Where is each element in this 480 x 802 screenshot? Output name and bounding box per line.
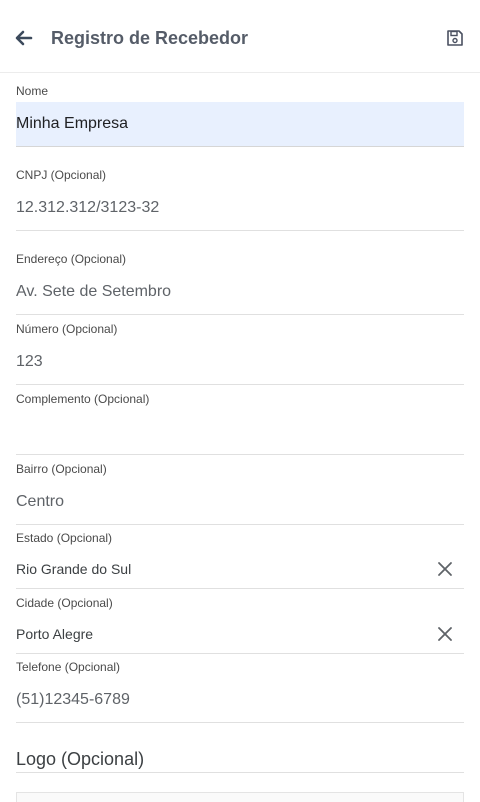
bairro-value: Centro: [16, 493, 65, 510]
field-telefone: Telefone (Opcional) (51)12345-6789: [16, 660, 464, 724]
nome-label: Nome: [16, 84, 49, 98]
floppy-disk-icon: [447, 30, 463, 46]
field-endereco: Endereço (Opcional) Av. Sete de Setembro: [16, 252, 464, 316]
app-header: Registro de Recebedor: [0, 0, 480, 73]
endereco-label: Endereço (Opcional): [16, 252, 127, 266]
cnpj-label: CNPJ (Opcional): [16, 168, 107, 182]
estado-clear-button[interactable]: [436, 560, 454, 578]
field-cidade: Cidade (Opcional) Porto Alegre: [16, 596, 464, 656]
close-icon: [438, 562, 452, 576]
numero-input[interactable]: 123: [16, 340, 464, 385]
numero-value: 123: [16, 353, 43, 370]
cnpj-value: 12.312.312/3123-32: [16, 199, 160, 216]
complemento-input[interactable]: [16, 410, 464, 455]
field-cnpj: CNPJ (Opcional) 12.312.312/3123-32: [16, 168, 464, 232]
endereco-value: Av. Sete de Setembro: [16, 283, 172, 300]
save-button[interactable]: [446, 29, 464, 47]
estado-label: Estado (Opcional): [16, 531, 113, 545]
cidade-clear-button[interactable]: [436, 625, 454, 643]
estado-value: Rio Grande do Sul: [16, 561, 132, 577]
close-icon: [438, 627, 452, 641]
page-title: Registro de Recebedor: [51, 28, 249, 48]
field-nome: Nome Minha Empresa: [16, 84, 464, 148]
cidade-label: Cidade (Opcional): [16, 596, 113, 610]
complemento-label: Complemento (Opcional): [16, 392, 150, 406]
cnpj-input[interactable]: 12.312.312/3123-32: [16, 186, 464, 231]
field-numero: Número (Opcional) 123: [16, 322, 464, 386]
field-bairro: Bairro (Opcional) Centro: [16, 462, 464, 526]
nome-input[interactable]: Minha Empresa: [16, 102, 464, 147]
bairro-label: Bairro (Opcional): [16, 462, 107, 476]
cidade-select[interactable]: Porto Alegre: [16, 614, 464, 654]
nome-value: Minha Empresa: [16, 115, 129, 132]
field-complemento: Complemento (Opcional): [16, 392, 464, 456]
cidade-value: Porto Alegre: [16, 626, 94, 642]
arrow-left-icon: [15, 30, 33, 46]
endereco-input[interactable]: Av. Sete de Setembro: [16, 270, 464, 315]
telefone-label: Telefone (Opcional): [16, 660, 121, 674]
estado-select[interactable]: Rio Grande do Sul: [16, 549, 464, 589]
logo-section-title: Logo (Opcional): [16, 749, 145, 769]
telefone-input[interactable]: (51)12345-6789: [16, 678, 464, 723]
bairro-input[interactable]: Centro: [16, 480, 464, 525]
logo-upload-area[interactable]: [16, 792, 464, 802]
back-button[interactable]: [14, 28, 34, 48]
telefone-value: (51)12345-6789: [16, 691, 130, 708]
field-estado: Estado (Opcional) Rio Grande do Sul: [16, 531, 464, 591]
logo-divider: [16, 772, 464, 773]
numero-label: Número (Opcional): [16, 322, 118, 336]
